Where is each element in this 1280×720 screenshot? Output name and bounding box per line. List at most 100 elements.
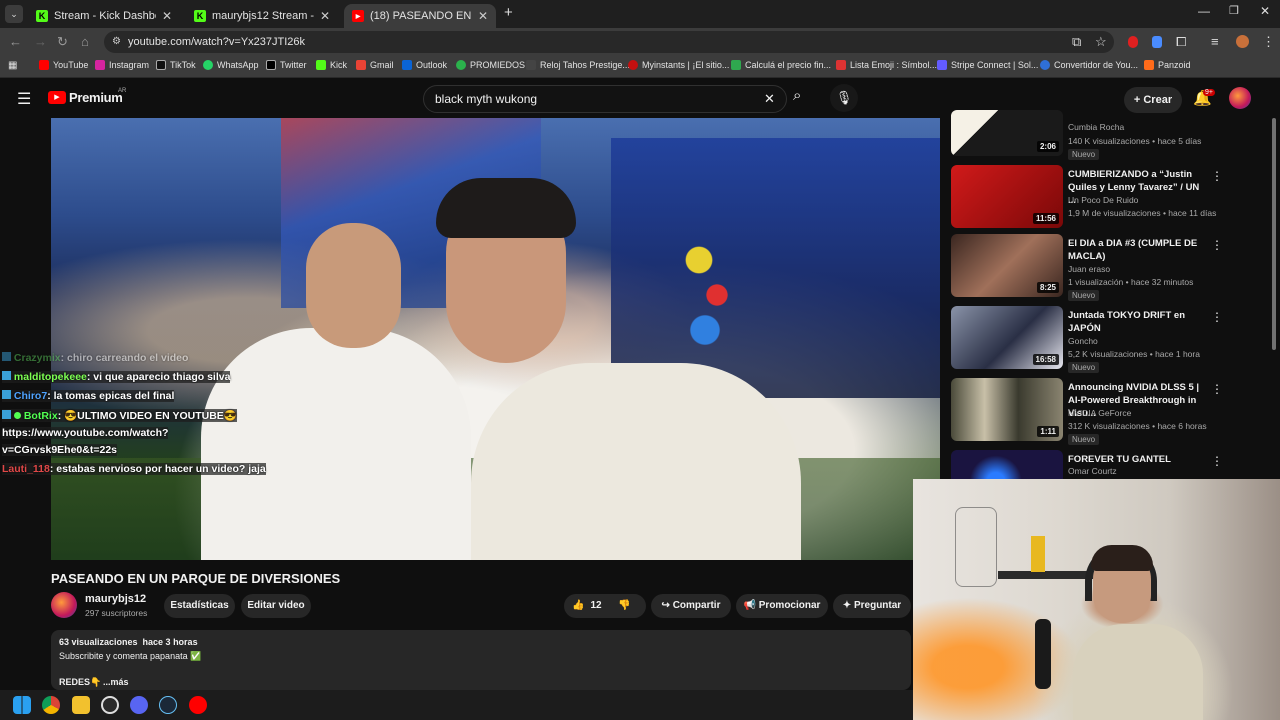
bookmark-stripe[interactable]: Stripe Connect | Sol... [937,60,1038,70]
extension-red-icon[interactable] [1128,36,1138,48]
bookmark-instagram[interactable]: Instagram [95,60,149,70]
sidebar-scrollbar[interactable] [1272,118,1276,350]
steam-icon[interactable] [159,696,177,714]
channel-name[interactable]: Cumbia Rocha [1068,122,1124,132]
video-player[interactable] [51,118,940,560]
youtube-account-avatar[interactable] [1229,87,1251,109]
reload-icon[interactable]: ↻ [57,34,68,50]
more-actions-icon[interactable]: ⋮ [1211,238,1223,252]
stats-button[interactable]: Estadísticas [164,594,235,618]
bookmark-convertidor[interactable]: Convertidor de You... [1040,60,1138,70]
tab-search-button[interactable]: ⌄ [5,5,23,23]
video-meta: 1 visualización • hace 32 minutos [1068,277,1194,287]
extensions-puzzle-icon[interactable]: ⧠ [1176,34,1186,50]
close-icon[interactable]: ✕ [162,9,172,23]
bookmark-gmail[interactable]: Gmail [356,60,394,70]
recommended-video[interactable]: 11:56 CUMBIERIZANDO a “Justin Quiles y L… [951,165,1251,231]
video-frame-tent-right [611,138,940,398]
more-actions-icon[interactable]: ⋮ [1211,310,1223,324]
home-icon[interactable]: ⌂ [81,34,89,49]
site-info-icon[interactable]: ⚙ [112,31,121,53]
channel-name[interactable]: maurybjs12 [85,593,146,605]
tab-kick-dashboard[interactable]: K Stream - Kick Dashboard ✕ [28,4,180,28]
file-explorer-icon[interactable] [72,696,90,714]
bookmark-emoji[interactable]: Lista Emoji : Símbol... [836,60,937,70]
chat-message: BotRix: 😎ULTIMO VIDEO EN YOUTUBE😎 [2,409,237,422]
maximize-button[interactable]: ❐ [1229,4,1239,17]
forward-icon[interactable]: → [34,34,47,49]
back-icon[interactable]: ← [9,34,22,49]
search-icon[interactable]: ⌕ [793,87,813,107]
bookmark-myinstants[interactable]: Myinstants | ¡El sitio... [628,60,729,70]
bookmark-whatsapp[interactable]: WhatsApp [203,60,259,70]
share-button[interactable]: ↪ Compartir [651,594,731,618]
close-window-button[interactable]: ✕ [1260,4,1270,18]
description-box[interactable]: 63 visualizaciones hace 3 horas Subscrib… [51,630,911,690]
like-button[interactable]: 👍 12 [572,594,602,618]
bookmark-panzoid[interactable]: Panzoid [1144,60,1191,70]
webcam-microphone [1035,619,1051,689]
extension-blue-icon[interactable] [1152,36,1162,48]
bookmark-outlook[interactable]: Outlook [402,60,447,70]
bookmark-star-icon[interactable]: ☆ [1095,34,1107,50]
channel-name[interactable]: Omar Courtz [1068,466,1117,476]
tab-youtube-video[interactable]: ▶ (18) PASEANDO EN UN PARQUE ✕ [344,4,496,28]
address-bar-row: ← → ↻ ⌂ ⚙ youtube.com/watch?v=Yx237JTI26… [0,28,1280,56]
new-tab-button[interactable]: + [504,4,513,21]
discord-icon[interactable] [130,696,148,714]
promote-button[interactable]: 📢 Promocionar [736,594,828,618]
more-actions-icon[interactable]: ⋮ [1211,382,1223,396]
video-meta: 1,9 M de visualizaciones • hace 11 días [1068,208,1217,218]
bookmark-reloj[interactable]: Reloj Tahos Prestige... [526,60,630,70]
channel-name[interactable]: Juan eraso [1068,264,1110,274]
recommended-video[interactable]: FOREVER TU GANTEL Omar Courtz ⋮ [951,450,1251,479]
edit-video-button[interactable]: Editar video [241,594,311,618]
youtube-icon[interactable] [189,696,207,714]
bookmark-youtube[interactable]: YouTube [39,60,88,70]
clear-search-icon[interactable]: ✕ [764,86,775,112]
channel-name[interactable]: NVIDIA GeForce [1068,408,1131,418]
bookmark-kick[interactable]: Kick [316,60,347,70]
chrome-menu-icon[interactable]: ⋮ [1262,34,1275,50]
youtube-premium-logo[interactable]: ▶ Premium [48,90,123,105]
install-app-icon[interactable]: ⧉ [1072,34,1081,50]
hamburger-menu-icon[interactable]: ☰ [17,89,31,109]
create-button[interactable]: + Crear [1124,87,1182,113]
dislike-button[interactable]: 👎 [618,594,630,618]
reading-list-icon[interactable]: ≡ [1211,34,1219,49]
video-thumbnail: 1:11 [951,378,1063,441]
channel-avatar[interactable] [51,592,77,618]
youtube-play-icon: ▶ [48,91,66,104]
windows-taskbar [0,690,913,720]
video-meta: 5,2 K visualizaciones • hace 1 hora [1068,349,1200,359]
close-icon[interactable]: ✕ [478,9,488,23]
minimize-button[interactable]: — [1198,4,1210,18]
chat-badge-icon [2,410,11,419]
tab-kick-stream[interactable]: K maurybjs12 Stream - Watch Live ✕ [186,4,338,28]
bookmark-twitter[interactable]: Twitter [266,60,307,70]
more-actions-icon[interactable]: ⋮ [1211,169,1223,183]
bookmark-promiedos[interactable]: PROMIEDOS [456,60,525,70]
apps-grid-icon[interactable]: ▦ [8,60,17,71]
obs-icon[interactable] [101,696,119,714]
recommended-video[interactable]: 2:06 Cumbia Rocha 140 K visualizaciones … [951,110,1251,162]
ask-button[interactable]: ✦ Preguntar [833,594,911,618]
recommended-video[interactable]: 1:11 Announcing NVIDIA DLSS 5 | AI-Power… [951,378,1251,445]
windows-start-icon[interactable] [13,696,31,714]
show-more-link[interactable]: ...más [103,677,129,687]
video-thumbnail: 11:56 [951,165,1063,228]
bookmark-calcula[interactable]: Calculá el precio fin... [731,60,831,70]
close-icon[interactable]: ✕ [320,9,330,23]
chrome-icon[interactable] [42,696,60,714]
voice-search-button[interactable]: 🎙 [830,84,858,112]
channel-name[interactable]: Un Poco De Ruido [1068,195,1138,205]
channel-name[interactable]: Goncho [1068,336,1098,346]
search-input[interactable]: black myth wukong ✕ [423,85,787,113]
profile-avatar[interactable] [1236,35,1249,48]
recommended-video[interactable]: 16:58 Juntada TOKYO DRIFT en JAPÓN Gonch… [951,306,1251,373]
recommended-video[interactable]: 8:25 El DIA a DIA #3 (CUMPLE DE MACLA) J… [951,234,1251,301]
more-actions-icon[interactable]: ⋮ [1211,454,1223,468]
bookmark-tiktok[interactable]: TikTok [156,60,196,70]
chat-message: v=CGrvsk9Ehe0&t=22s [2,444,117,456]
url-field[interactable]: ⚙ youtube.com/watch?v=Yx237JTI26k [104,31,1114,53]
